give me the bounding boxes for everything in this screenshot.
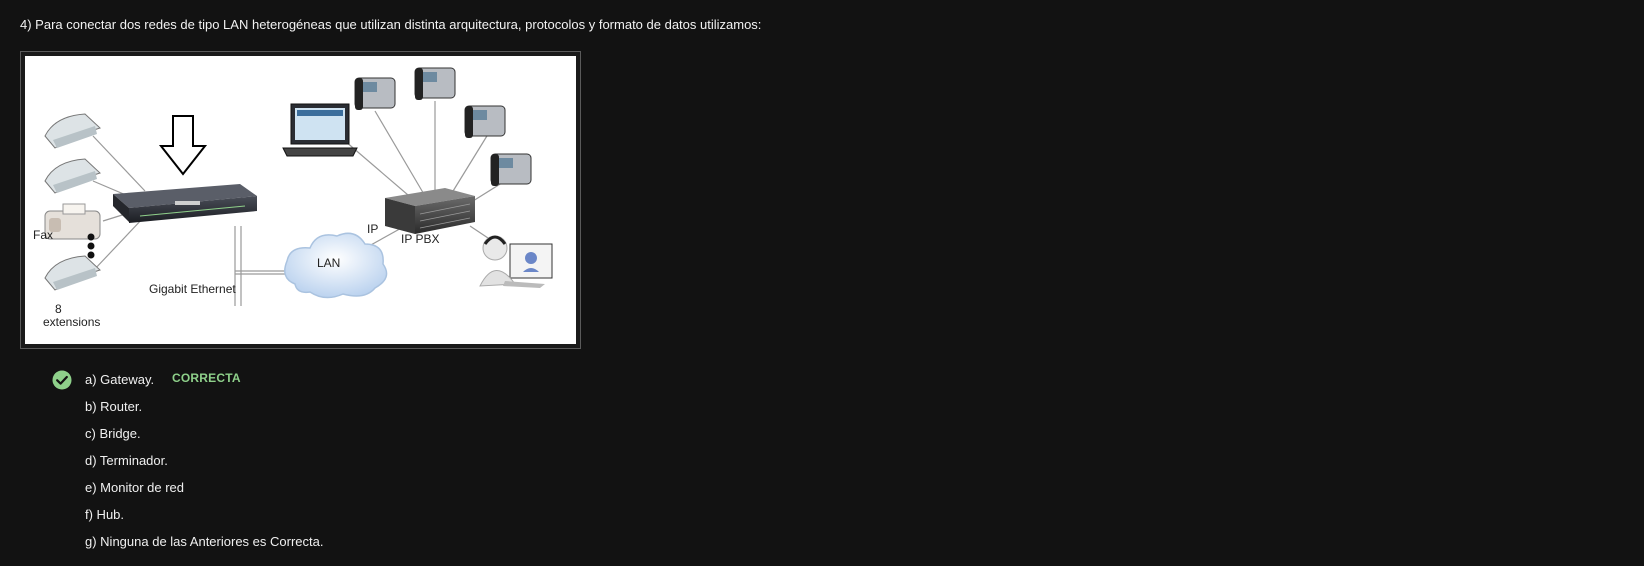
answer-option-f[interactable]: f) Hub. xyxy=(85,506,124,524)
server-icon xyxy=(385,188,475,234)
answer-option-b[interactable]: b) Router. xyxy=(85,398,142,416)
question-figure: Fax 8 extensions Gigabit Ethernet LAN IP… xyxy=(20,51,581,349)
correct-badge: CORRECTA xyxy=(172,371,241,385)
gigabit-ethernet-label: Gigabit Ethernet xyxy=(149,282,236,296)
answer-option-e[interactable]: e) Monitor de red xyxy=(85,479,184,497)
desk-phone-icon xyxy=(44,158,101,194)
extensions-count-label: 8 xyxy=(55,302,62,316)
gateway-device-icon xyxy=(113,184,257,223)
desk-phone-icon xyxy=(490,153,532,186)
answer-option-g[interactable]: g) Ninguna de las Anteriores es Correcta… xyxy=(85,533,323,551)
extensions-label: extensions xyxy=(43,315,101,329)
question-text: 4) Para conectar dos redes de tipo LAN h… xyxy=(20,17,762,32)
check-circle-icon xyxy=(52,370,72,390)
fax-label: Fax xyxy=(33,228,54,242)
lan-label: LAN xyxy=(317,256,341,270)
desk-phone-icon xyxy=(44,113,101,149)
desk-phone-icon xyxy=(44,255,101,291)
ip-label: IP xyxy=(367,222,379,236)
desk-phone-icon xyxy=(464,105,506,138)
network-diagram: Fax 8 extensions Gigabit Ethernet LAN IP… xyxy=(25,56,576,344)
ip-pbx-label: IP PBX xyxy=(401,232,440,246)
answer-option-c[interactable]: c) Bridge. xyxy=(85,425,141,443)
laptop-icon xyxy=(282,103,358,157)
desk-phone-icon xyxy=(414,67,456,100)
answer-option-a[interactable]: a) Gateway. xyxy=(85,371,154,389)
down-arrow-icon xyxy=(158,115,208,176)
headset-user-icon xyxy=(479,235,553,288)
ellipsis-dots xyxy=(87,233,95,259)
network-diagram-graphic xyxy=(44,67,553,306)
answer-option-d[interactable]: d) Terminador. xyxy=(85,452,168,470)
desk-phone-icon xyxy=(354,77,396,110)
